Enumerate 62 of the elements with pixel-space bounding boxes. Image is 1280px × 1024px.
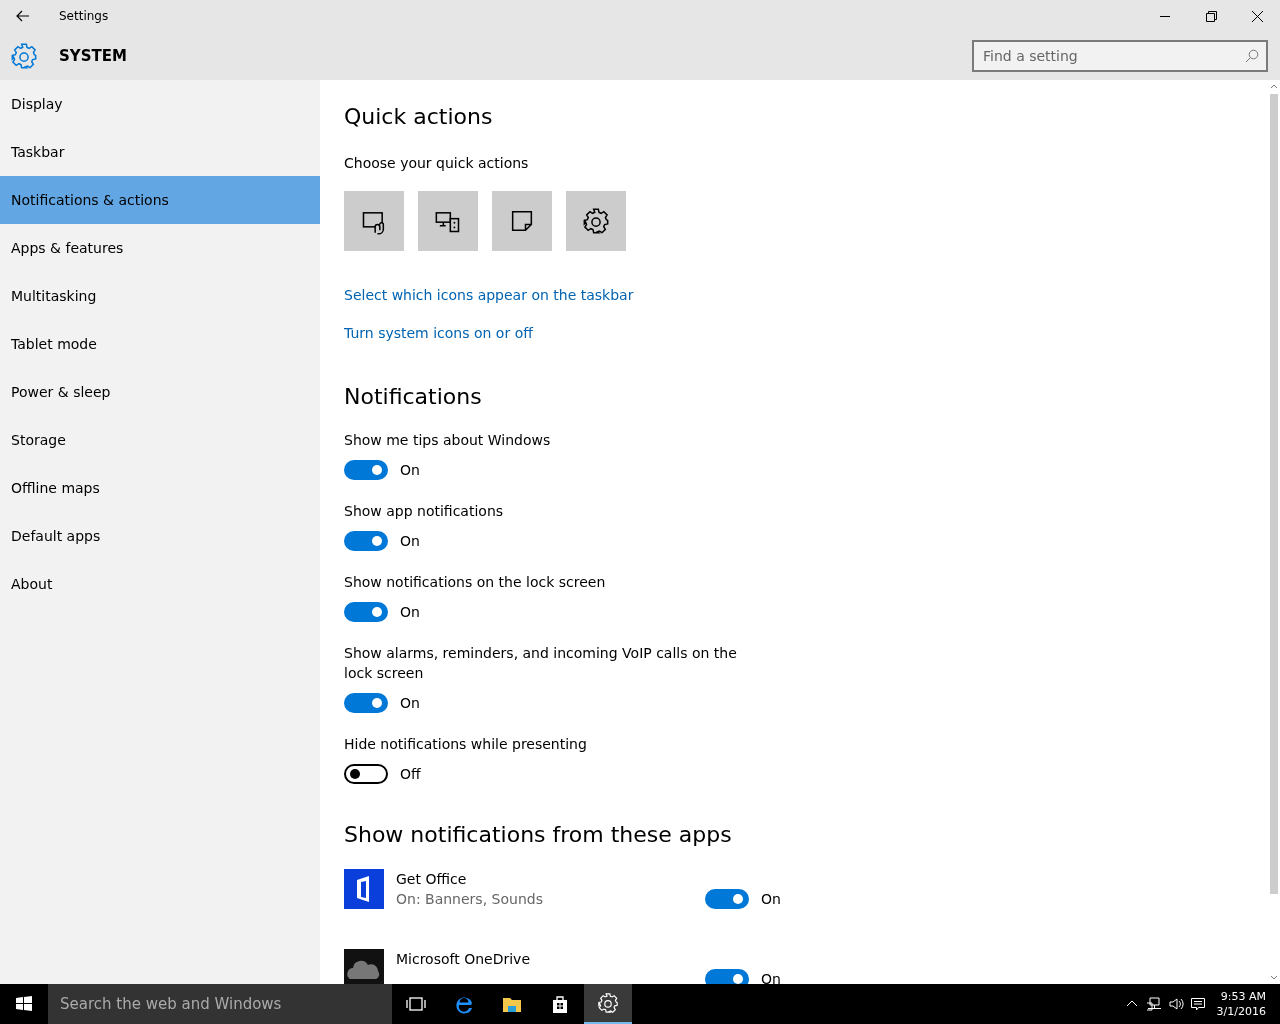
sidebar-item[interactable]: About bbox=[0, 560, 320, 608]
sidebar-item[interactable]: Offline maps bbox=[0, 464, 320, 512]
sidebar-item[interactable]: Display bbox=[0, 80, 320, 128]
toggle-switch[interactable] bbox=[344, 531, 388, 551]
quick-action-tile[interactable] bbox=[566, 191, 626, 251]
toggle-state-label: Off bbox=[400, 766, 421, 782]
settings-link[interactable]: Turn system icons on or off bbox=[344, 325, 533, 341]
toggle-state-label: On bbox=[761, 891, 781, 907]
toggle-switch[interactable] bbox=[344, 693, 388, 713]
toggle-state-label: On bbox=[400, 604, 420, 620]
toggle-switch[interactable] bbox=[705, 969, 749, 984]
toggle-switch[interactable] bbox=[344, 602, 388, 622]
search-field[interactable]: Find a setting bbox=[972, 40, 1268, 72]
volume-icon[interactable] bbox=[1167, 996, 1184, 1012]
sidebar-item[interactable]: Default apps bbox=[0, 512, 320, 560]
setting-label: Show app notifications bbox=[344, 502, 505, 521]
app-name: Get Office bbox=[396, 870, 468, 889]
quick-action-tile[interactable] bbox=[344, 191, 404, 251]
settings-icon bbox=[597, 992, 619, 1014]
message-icon[interactable] bbox=[1189, 996, 1206, 1012]
window-title: Settings bbox=[59, 9, 109, 23]
taskbar-search-field[interactable]: Search the web and Windows bbox=[48, 984, 392, 1024]
toggle-state-label: On bbox=[761, 971, 781, 984]
sidebar-item[interactable]: Notifications & actions bbox=[0, 176, 320, 224]
app-detail: On: Banners, Sounds bbox=[396, 890, 544, 909]
search-icon bbox=[1245, 49, 1259, 63]
clock-date[interactable]: 3/1/2016 bbox=[1216, 1004, 1266, 1019]
clock-time[interactable]: 9:53 AM bbox=[1220, 989, 1266, 1004]
app-name: Microsoft OneDrive bbox=[396, 950, 531, 969]
section-subheading: Choose your quick actions bbox=[344, 155, 530, 171]
section-heading: Notifications bbox=[344, 384, 483, 409]
sidebar-item[interactable]: Storage bbox=[0, 416, 320, 464]
sidebar-item[interactable]: Power & sleep bbox=[0, 368, 320, 416]
toggle-switch[interactable] bbox=[344, 460, 388, 480]
sidebar-item[interactable]: Multitasking bbox=[0, 272, 320, 320]
toggle-state-label: On bbox=[400, 533, 420, 549]
toggle-switch[interactable] bbox=[705, 889, 749, 909]
quick-action-tile[interactable] bbox=[492, 191, 552, 251]
settings-icon bbox=[10, 42, 38, 70]
settings-link[interactable]: Select which icons appear on the taskbar bbox=[344, 287, 634, 303]
network-icon[interactable] bbox=[1145, 996, 1162, 1012]
toggle-state-label: On bbox=[400, 462, 420, 478]
section-heading: Show notifications from these apps bbox=[344, 822, 733, 847]
cloud-app-icon bbox=[344, 949, 384, 984]
section-heading: Quick actions bbox=[344, 104, 494, 129]
taskbar-app-button[interactable] bbox=[584, 984, 632, 1024]
restore-icon bbox=[1205, 10, 1217, 22]
quick-action-tile[interactable] bbox=[418, 191, 478, 251]
toggle-state-label: On bbox=[400, 695, 420, 711]
back-arrow-icon bbox=[16, 10, 30, 22]
settings-icon bbox=[582, 207, 610, 235]
toggle-switch[interactable] bbox=[344, 764, 388, 784]
setting-label: Hide notifications while presenting bbox=[344, 735, 588, 754]
office-app-icon bbox=[344, 869, 384, 909]
setting-label: Show alarms, reminders, and incoming VoIP calls on the lock screen bbox=[344, 644, 738, 683]
sidebar-item[interactable]: Apps & features bbox=[0, 224, 320, 272]
setting-label: Show me tips about Windows bbox=[344, 431, 552, 450]
sidebar-item[interactable]: Taskbar bbox=[0, 128, 320, 176]
sidebar-item[interactable]: Tablet mode bbox=[0, 320, 320, 368]
section-title: SYSTEM bbox=[59, 47, 127, 65]
setting-label: Show notifications on the lock screen bbox=[344, 573, 607, 592]
close-icon bbox=[1251, 10, 1263, 22]
